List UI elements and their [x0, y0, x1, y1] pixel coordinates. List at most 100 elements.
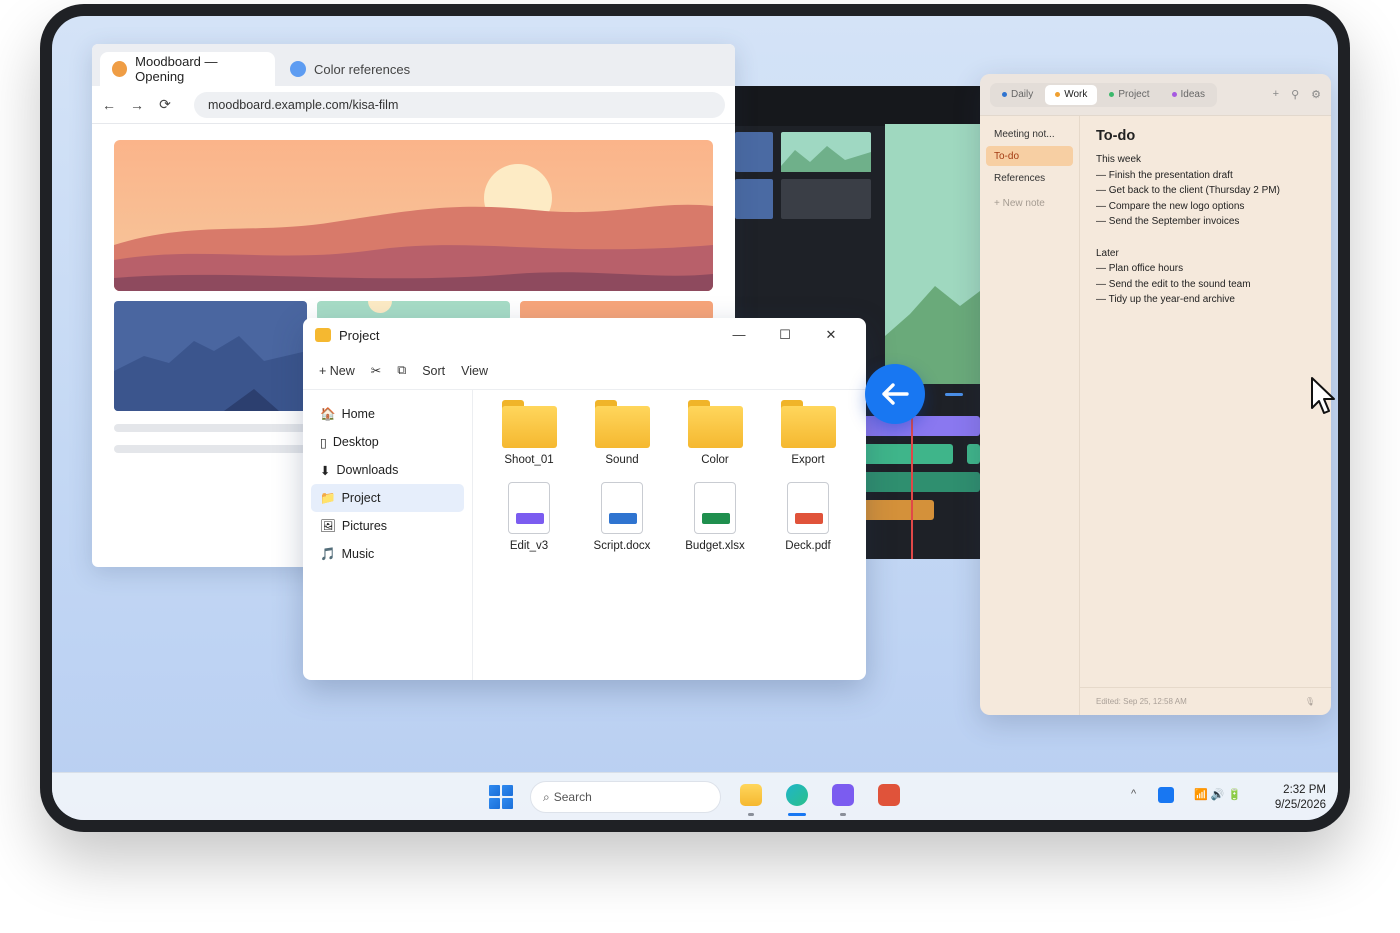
folder-icon	[780, 400, 836, 448]
sort-button[interactable]: Sort	[422, 364, 445, 378]
taskbar-browser[interactable]	[786, 784, 808, 806]
sidebar-item-home[interactable]: 🏠 Home	[311, 400, 464, 428]
tab-daily[interactable]: Daily	[992, 85, 1043, 105]
dot-icon	[1055, 92, 1061, 97]
sidebar-item-pictures[interactable]: 🖼 Pictures	[311, 512, 464, 540]
explorer-toolbar: + New ✂ ⧉ Sort View	[303, 352, 866, 390]
tab-favicon-icon	[112, 61, 128, 77]
tab-label: Project	[1118, 89, 1150, 100]
reload-icon[interactable]: ⟳	[158, 96, 172, 113]
close-button[interactable]: ✕	[808, 327, 854, 343]
note-line: — Send the September invoices	[1096, 216, 1240, 227]
timeline-clip	[855, 444, 953, 464]
note-section-title: Later	[1096, 247, 1119, 259]
timeline-clip	[855, 472, 980, 492]
taskbar-app[interactable]	[878, 784, 900, 806]
minimize-button[interactable]: —	[716, 327, 762, 343]
notes-toolbar: Daily Work Project Ideas + ⚲ ⚙	[980, 74, 1331, 116]
file-item[interactable]: Budget.xlsx	[670, 482, 760, 552]
dot-icon	[1171, 92, 1177, 97]
clock[interactable]: 2:32 PM 9/25/2026	[1275, 783, 1326, 813]
back-arrow-icon	[882, 383, 909, 405]
home-icon: 🏠	[320, 406, 336, 421]
window-title: Project	[339, 327, 380, 343]
mouse-cursor-icon	[1310, 376, 1336, 421]
file-name: Edit_v3	[509, 540, 549, 552]
note-item-to-do[interactable]: To-do	[986, 146, 1073, 166]
settings-icon[interactable]: ⚙	[1311, 88, 1321, 101]
folder-item[interactable]: Sound	[577, 400, 667, 466]
folder-item[interactable]: Export	[763, 400, 853, 466]
file-item[interactable]: Deck.pdf	[763, 482, 853, 552]
folder-item[interactable]: Color	[670, 400, 760, 466]
microphone-icon[interactable]: 🎙	[1305, 697, 1315, 706]
back-arrow-icon[interactable]: ←	[102, 97, 116, 113]
timeline-clip	[855, 416, 980, 436]
pdf-file-icon	[787, 482, 829, 534]
new-button[interactable]: + New	[319, 364, 355, 378]
browser-tab-color-references[interactable]: Color references	[278, 52, 422, 86]
dot-icon	[1109, 92, 1115, 97]
clip-thumbnail	[735, 179, 773, 219]
clip-thumbnail	[735, 132, 773, 172]
explorer-content: Shoot_01 Sound Color Export Edit_v3 Scri…	[473, 390, 866, 680]
file-item[interactable]: Edit_v3	[484, 482, 574, 552]
cut-icon[interactable]: ✂	[371, 363, 381, 378]
active-indicator	[788, 813, 806, 816]
add-icon[interactable]: +	[1273, 88, 1279, 101]
sidebar-item-desktop[interactable]: ▯ Desktop	[311, 428, 464, 456]
download-icon: ⬇	[320, 463, 331, 478]
folder-icon	[594, 400, 650, 448]
date: 9/25/2026	[1274, 799, 1326, 811]
network-volume-battery-icons[interactable]: 📶 🔊 🔋	[1194, 788, 1241, 801]
folder-icon	[501, 400, 557, 448]
file-explorer-window: Project — ☐ ✕ + New ✂ ⧉ Sort View 🏠 Home …	[303, 318, 866, 680]
note-item-meeting-notes[interactable]: Meeting not...	[986, 124, 1073, 144]
note-section-title: This week	[1096, 154, 1142, 165]
document-file-icon	[601, 482, 643, 534]
sidebar-item-music[interactable]: 🎵 Music	[311, 540, 464, 568]
taskbar-video-editor[interactable]	[832, 784, 854, 806]
tablet-device: Moodboard — Opening Color references ← →…	[40, 4, 1350, 832]
note-line: — Get back to the client (Thursday 2 PM)	[1096, 185, 1280, 196]
maximize-button[interactable]: ☐	[762, 327, 808, 343]
sidebar-item-downloads[interactable]: ⬇ Downloads	[311, 456, 464, 484]
forward-arrow-icon[interactable]: →	[130, 97, 144, 113]
taskbar-search[interactable]: ⌕ Search	[530, 781, 721, 813]
tab-ideas[interactable]: Ideas	[1162, 85, 1215, 105]
note-item-references[interactable]: References	[986, 168, 1073, 188]
back-gesture-button[interactable]	[865, 364, 925, 424]
view-button[interactable]: View	[461, 364, 488, 378]
pin-icon[interactable]: ⚲	[1291, 88, 1299, 101]
timeline-clip	[967, 444, 980, 464]
file-name: Color	[701, 454, 729, 466]
note-editor[interactable]: To-do This week — Finish the presentatio…	[1096, 128, 1317, 308]
start-button[interactable]	[489, 785, 513, 809]
spreadsheet-file-icon	[694, 482, 736, 534]
file-name: Budget.xlsx	[685, 540, 745, 552]
tab-project[interactable]: Project	[1099, 85, 1159, 105]
folder-icon	[687, 400, 743, 448]
sidebar-item-label: Desktop	[332, 435, 379, 449]
address-bar[interactable]: moodboard.example.com/kisa-film	[194, 91, 725, 118]
taskbar: ⌕ Search ^ 📶 🔊 🔋 2:32 PM 9/25/2026	[52, 772, 1338, 820]
taskbar-file-explorer[interactable]	[740, 784, 762, 806]
browser-tab-moodboard[interactable]: Moodboard — Opening	[100, 52, 275, 86]
tray-overflow-chevron-icon[interactable]: ^	[1131, 788, 1136, 800]
loading-placeholder	[114, 445, 314, 453]
search-icon: ⌕	[543, 789, 550, 804]
file-name: Shoot_01	[504, 454, 554, 466]
folder-item[interactable]: Shoot_01	[484, 400, 574, 466]
notes-tray-icon[interactable]	[1158, 787, 1174, 803]
file-item[interactable]: Script.docx	[577, 482, 667, 552]
picture-icon: 🖼	[320, 518, 336, 533]
new-note-button[interactable]: + New note	[986, 193, 1073, 213]
sidebar-item-label: Pictures	[341, 519, 388, 533]
explorer-sidebar: 🏠 Home ▯ Desktop ⬇ Downloads 📁 Project 🖼 Pict…	[303, 390, 473, 680]
note-title: To-do	[1096, 128, 1136, 144]
note-line: — Tidy up the year-end archive	[1096, 294, 1235, 305]
copy-icon[interactable]: ⧉	[397, 363, 406, 378]
note-line: — Finish the presentation draft	[1096, 169, 1233, 181]
tab-work[interactable]: Work	[1045, 84, 1098, 105]
sidebar-item-project[interactable]: 📁 Project	[311, 484, 464, 512]
